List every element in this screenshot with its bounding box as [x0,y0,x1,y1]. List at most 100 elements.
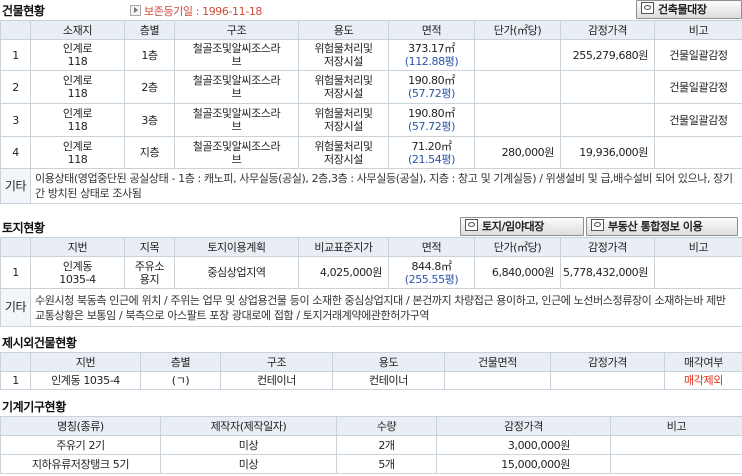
area-pyeong: (21.54평) [408,152,455,166]
quantity-cell: 5개 [336,454,437,474]
col-header: 지목 [124,237,175,257]
col-header: 단가(㎡당) [474,20,561,40]
usage-cell: 위험물처리및 저장시설 [298,103,389,137]
etc-label: 기타 [0,288,31,327]
row-number: 1 [0,256,31,289]
col-header: 감정가격 [550,352,665,372]
note-cell: 건물일괄감정 [654,70,742,104]
location-cell: 인계로 118 [30,39,125,71]
magnifier-icon [641,2,654,14]
table-row: 1 인계동 1035-4 (ㄱ) 컨테이너 컨테이너 매각제외 [0,371,742,390]
usage-cell: 컨테이너 [332,371,445,390]
appraisal-cell: 3,000,000원 [436,435,611,455]
maker-cell: 미상 [160,454,337,474]
machine-name-cell: 주유기 2기 [0,435,161,455]
land-section: 토지현황 토지/임야대장 부동산 통합정보 이용 지번 지목 토지이용계획 비교… [0,217,742,327]
note-cell [654,256,742,289]
lot-cell: 인계동 1035-4 [30,256,125,289]
preserve-date-text: 보존등기일 : 1996-11-18 [144,5,263,18]
land-plan-cell: 중심상업지역 [174,256,299,289]
building-table-header: 소재지 층별 구조 용도 면적 단가(㎡당) 감정가격 비고 [0,20,742,40]
row-number: 1 [0,371,31,390]
usage-cell: 위험물처리및 저장시설 [298,136,389,169]
row-number: 1 [0,39,31,71]
land-section-header: 토지현황 토지/임야대장 부동산 통합정보 이용 [0,217,742,237]
row-number: 2 [0,70,31,104]
usage-cell: 위험물처리및 저장시설 [298,39,389,71]
col-header: 비고 [654,20,742,40]
maker-cell: 미상 [160,435,337,455]
note-cell [610,454,742,474]
preserve-date: 보존등기일 : 1996-11-18 [130,3,262,19]
unit-price-cell [474,70,561,104]
area-pyeong: (57.72평) [408,87,455,100]
col-header: 매각여부 [664,352,742,372]
col-header: 면적 [388,20,475,40]
excluded-table-header: 지번 층별 구조 용도 건물면적 감정가격 매각여부 [0,352,742,372]
structure-cell: 철골조및알씨조스라 브 [174,39,299,71]
col-header: 면적 [388,237,475,257]
category-cell: 주유소 용지 [124,256,175,289]
col-header: 건물면적 [444,352,551,372]
col-header: 감정가격 [436,416,611,436]
table-row: 주유기 2기 미상 2개 3,000,000원 [0,435,742,455]
standard-price-cell: 4,025,000원 [298,256,389,289]
building-register-button[interactable]: 건축물대장 [636,0,742,19]
col-header: 명칭(종류) [0,416,161,436]
col-header [0,352,31,372]
note-cell: 건물일괄감정 [654,103,742,137]
table-row: 3 인계로 118 3층 철골조및알씨조스라 브 위험물처리및 저장시설 190… [0,103,742,137]
machinery-table: 명칭(종류) 제작자(제작일자) 수량 감정가격 비고 주유기 2기 미상 2개… [0,416,742,474]
area-sqm: 844.8㎡ [411,259,452,273]
building-section: 건물현황 보존등기일 : 1996-11-18 건축물대장 소재지 층별 구조 … [0,0,742,204]
table-row: 4 인계로 118 지층 철골조및알씨조스라 브 위험물처리및 저장시설 71.… [0,136,742,169]
machine-name-cell: 지하유류저장탱크 5기 [0,454,161,474]
area-pyeong: (112.88평) [404,55,459,68]
etc-label: 기타 [0,168,31,204]
area-sqm: 190.80㎡ [408,107,455,120]
col-header [0,20,31,40]
excluded-section-title: 제시외건물현황 [2,336,77,350]
land-register-button[interactable]: 토지/임야대장 [460,217,584,236]
machinery-section-title: 기계기구현황 [2,400,66,414]
floor-cell: 지층 [124,136,175,169]
structure-cell: 철골조및알씨조스라 브 [174,136,299,169]
land-etc-text: 수원시청 북동측 인근에 위치 / 주위는 업무 및 상업용건물 등이 소재한 … [30,288,742,327]
location-cell: 인계로 118 [30,70,125,104]
realestate-info-button[interactable]: 부동산 통합정보 이용 [586,217,738,236]
col-header: 수량 [336,416,437,436]
col-header: 용도 [332,352,445,372]
structure-cell: 철골조및알씨조스라 브 [174,70,299,104]
col-header: 구조 [220,352,333,372]
area-sqm: 190.80㎡ [408,74,455,87]
excluded-building-section: 제시외건물현황 지번 층별 구조 용도 건물면적 감정가격 매각여부 1 인계동… [0,332,742,390]
location-cell: 인계로 118 [30,103,125,137]
unit-price-cell: 6,840,000원 [474,256,561,289]
col-header: 감정가격 [560,237,655,257]
col-header: 구조 [174,20,299,40]
area-cell: 373.17㎡ (112.88평) [388,39,475,71]
appraisal-cell [560,103,655,137]
floor-cell: 3층 [124,103,175,137]
note-cell: 건물일괄감정 [654,39,742,71]
area-pyeong: (57.72평) [408,120,455,133]
unit-price-cell [474,39,561,71]
sale-status-cell: 매각제외 [664,371,742,390]
building-area-cell [444,371,551,390]
machinery-table-header: 명칭(종류) 제작자(제작일자) 수량 감정가격 비고 [0,416,742,436]
col-header: 토지이용계획 [174,237,299,257]
land-section-title: 토지현황 [2,221,45,235]
table-row: 1 인계로 118 1층 철골조및알씨조스라 브 위험물처리및 저장시설 373… [0,39,742,71]
appraisal-cell: 19,936,000원 [560,136,655,169]
location-cell: 인계로 118 [30,136,125,169]
col-header: 비고 [654,237,742,257]
area-pyeong: (255.55평) [404,272,459,286]
magnifier-icon [591,219,604,231]
excluded-building-table: 지번 층별 구조 용도 건물면적 감정가격 매각여부 1 인계동 1035-4 … [0,352,742,390]
note-cell [654,136,742,169]
appraisal-cell: 5,778,432,000원 [560,256,655,289]
floor-cell: 2층 [124,70,175,104]
col-header: 층별 [124,20,175,40]
appraisal-cell [560,70,655,104]
excluded-section-header: 제시외건물현황 [0,332,742,352]
